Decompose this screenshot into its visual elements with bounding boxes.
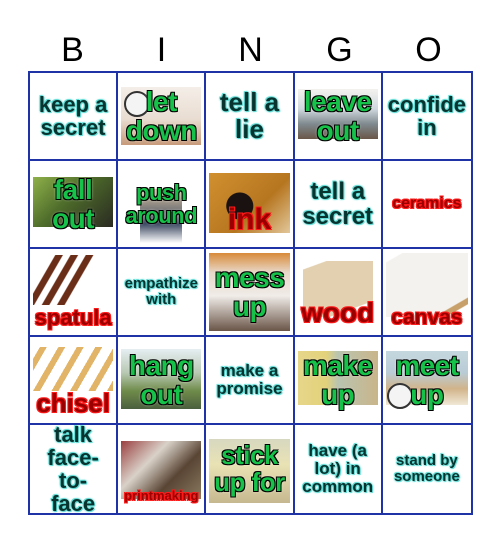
cell-label: spatula <box>34 304 112 330</box>
bingo-cell[interactable]: meet up <box>382 337 471 425</box>
header-letter-b: B <box>61 31 84 69</box>
bingo-cell[interactable]: keep a secret <box>30 73 119 161</box>
cell-label: canvas <box>391 305 463 329</box>
bingo-cell[interactable]: stick up for <box>206 425 295 513</box>
cell-label: make a promise <box>216 361 283 398</box>
bingo-cell[interactable]: mess up <box>206 249 295 337</box>
bingo-cell[interactable]: ink <box>206 161 295 249</box>
bingo-cell[interactable]: confide in <box>382 73 471 161</box>
cell-label: meet up <box>395 349 459 410</box>
bingo-cell[interactable]: spatula <box>30 249 119 337</box>
bingo-cell[interactable]: empathize with <box>118 249 207 337</box>
bingo-cell[interactable]: canvas <box>382 249 471 337</box>
cell-label: ink <box>227 202 272 236</box>
bingo-cell[interactable]: talk face-to-face <box>30 425 119 513</box>
cell-label: chisel <box>36 387 110 418</box>
cell-label: fall out <box>52 173 95 234</box>
cell-label: have (a lot) in common <box>302 441 374 496</box>
cell-label: empathize with <box>124 275 198 308</box>
header-letter-g: G <box>326 31 353 69</box>
bingo-cell[interactable]: chisel <box>30 337 119 425</box>
cell-label: let down <box>125 85 198 146</box>
bingo-cell[interactable]: hang out <box>118 337 207 425</box>
cell-label: wood <box>301 296 375 328</box>
cell-label: ceramics <box>392 194 462 212</box>
cell-label: stick up for <box>214 439 285 497</box>
chisel-image <box>33 347 114 391</box>
bingo-cell[interactable]: have (a lot) in common <box>294 425 383 513</box>
bingo-cell[interactable]: tell a lie <box>206 73 295 161</box>
cell-label: stand by someone <box>393 452 460 485</box>
cell-label: printmaking <box>124 488 199 504</box>
cell-label: keep a secret <box>38 91 108 140</box>
bingo-cell[interactable]: leave out <box>294 73 383 161</box>
bingo-card-grid: keep a secret let down tell a lie leave … <box>28 71 473 515</box>
bingo-cell[interactable]: ceramics <box>382 161 471 249</box>
cell-label: confide in <box>387 91 466 140</box>
cell-label: tell a lie <box>219 86 280 144</box>
bingo-cell[interactable]: fall out <box>30 161 119 249</box>
cell-label: talk face-to-face <box>47 425 99 513</box>
header-letter-o: O <box>415 31 442 69</box>
bingo-cell[interactable]: printmaking <box>118 425 207 513</box>
cell-label: push around <box>125 179 198 228</box>
bingo-cell[interactable]: push around <box>118 161 207 249</box>
bingo-cell[interactable]: stand by someone <box>382 425 471 513</box>
cell-label: make up <box>302 349 373 410</box>
bingo-header: B I N G O <box>28 30 473 70</box>
bingo-cell[interactable]: let down <box>118 73 207 161</box>
cell-label: tell a secret <box>302 177 374 230</box>
cell-label: leave out <box>303 85 372 146</box>
header-letter-n: N <box>238 31 263 69</box>
bingo-cell[interactable]: wood <box>294 249 383 337</box>
spatula-image <box>33 255 114 305</box>
cell-label: hang out <box>128 349 194 410</box>
bingo-cell[interactable]: tell a secret <box>294 161 383 249</box>
bingo-cell[interactable]: make a promise <box>206 337 295 425</box>
header-letter-i: I <box>156 31 167 69</box>
bingo-cell[interactable]: make up <box>294 337 383 425</box>
cell-label: mess up <box>214 261 285 322</box>
